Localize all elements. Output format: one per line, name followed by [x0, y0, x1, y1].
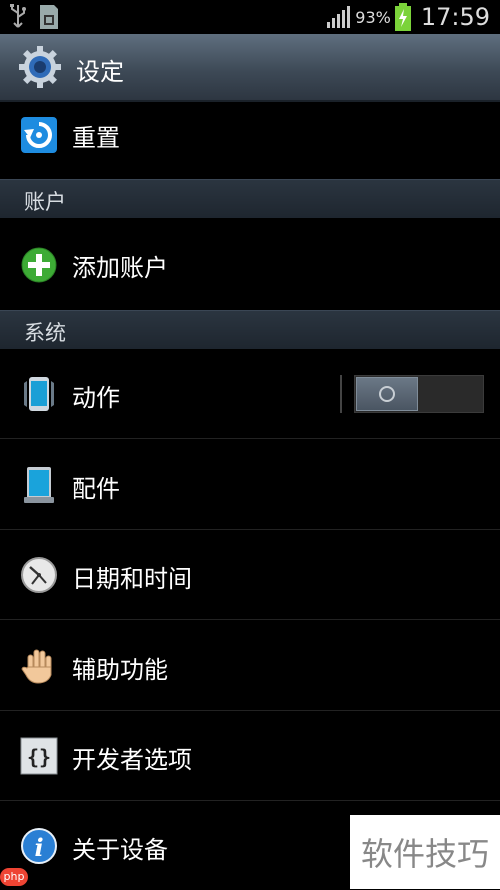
settings-item-label: 辅助功能	[72, 656, 168, 684]
settings-item-label: 日期和时间	[72, 565, 192, 593]
watermark: 软件技巧	[350, 815, 500, 889]
settings-item-label: 添加账户	[72, 254, 168, 282]
reset-icon	[21, 117, 57, 153]
status-bar: 93% 17:59	[0, 0, 500, 34]
add-account-icon	[21, 247, 57, 283]
battery-charging-icon	[394, 3, 411, 31]
app-title-bar: 设定	[0, 34, 500, 102]
signal-icon	[327, 6, 351, 28]
settings-item-developer-options[interactable]: {} 开发者选项	[0, 710, 500, 801]
settings-item-label: 配件	[72, 475, 120, 503]
section-header-system: 系统	[0, 310, 500, 349]
sd-card-icon	[40, 5, 58, 29]
settings-item-reset[interactable]: 重置	[0, 100, 500, 179]
settings-item-add-account[interactable]: 添加账户	[0, 217, 500, 309]
section-title: 账户	[24, 190, 66, 214]
settings-gear-icon[interactable]	[18, 45, 62, 89]
info-icon: i	[21, 828, 57, 864]
battery-percent: 93%	[355, 7, 391, 27]
toggle-knob[interactable]	[356, 377, 418, 411]
motion-toggle-switch[interactable]	[354, 375, 484, 413]
settings-item-label: 关于设备	[72, 836, 168, 864]
section-title: 系统	[24, 321, 66, 345]
section-header-account: 账户	[0, 179, 500, 218]
clock-icon	[21, 557, 57, 593]
hand-icon	[21, 649, 52, 684]
settings-item-label: 开发者选项	[72, 746, 192, 774]
accessory-dock-icon	[24, 467, 54, 503]
svg-text:{}: {}	[27, 745, 51, 769]
settings-item-accessory[interactable]: 配件	[0, 439, 500, 530]
svg-text:i: i	[34, 833, 43, 862]
motion-phone-icon	[24, 377, 54, 411]
php-logo: php	[0, 868, 28, 886]
settings-item-date-time[interactable]: 日期和时间	[0, 529, 500, 620]
clock-time: 17:59	[420, 3, 490, 31]
braces-icon: {}	[20, 737, 58, 775]
row-divider	[340, 375, 342, 413]
settings-item-label: 动作	[72, 384, 120, 412]
settings-item-label: 重置	[72, 124, 120, 152]
page-title: 设定	[76, 58, 124, 86]
usb-icon	[10, 4, 26, 28]
settings-item-accessibility[interactable]: 辅助功能	[0, 620, 500, 711]
watermark-text: 软件技巧	[360, 835, 489, 873]
toggle-off-icon	[379, 386, 395, 402]
